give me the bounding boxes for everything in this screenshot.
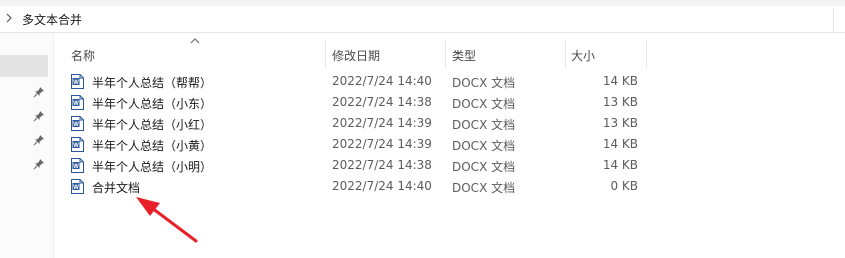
pin-icon[interactable]	[33, 134, 45, 146]
svg-text:W: W	[73, 80, 79, 86]
file-row[interactable]: W 半年个人总结（小黄） 2022/7/24 14:39 DOCX 文档 14 …	[62, 134, 647, 155]
svg-text:W: W	[73, 185, 79, 191]
file-type: DOCX 文档	[452, 97, 516, 111]
column-divider[interactable]	[646, 40, 647, 68]
column-header-name[interactable]: 名称	[62, 38, 325, 68]
navigation-pane	[0, 33, 54, 258]
file-date: 2022/7/24 14:40	[332, 74, 432, 88]
word-document-icon: W	[71, 137, 84, 152]
word-document-icon: W	[71, 116, 84, 131]
file-size: 13 KB	[602, 116, 638, 130]
file-row[interactable]: W 半年个人总结（小东） 2022/7/24 14:38 DOCX 文档 13 …	[62, 92, 647, 113]
column-header-type[interactable]: 类型	[446, 38, 565, 68]
pin-icon[interactable]	[33, 110, 45, 122]
svg-text:W: W	[73, 143, 79, 149]
address-bar-top-strip	[0, 0, 845, 6]
file-name: 半年个人总结（小黄）	[92, 139, 213, 153]
file-size: 13 KB	[602, 95, 638, 109]
file-row[interactable]: W 半年个人总结（帮帮） 2022/7/24 14:40 DOCX 文档 14 …	[62, 71, 647, 92]
address-bar-edge	[833, 8, 845, 32]
svg-text:W: W	[73, 164, 79, 170]
file-name: 半年个人总结（小红）	[92, 118, 213, 132]
file-type: DOCX 文档	[452, 160, 516, 174]
file-row[interactable]: W 半年个人总结（小红） 2022/7/24 14:39 DOCX 文档 13 …	[62, 113, 647, 134]
column-header-date[interactable]: 修改日期	[326, 38, 445, 68]
file-date: 2022/7/24 14:38	[332, 158, 432, 172]
pin-icon[interactable]	[33, 86, 45, 98]
file-type: DOCX 文档	[452, 181, 516, 195]
sort-ascending-icon	[190, 38, 200, 44]
word-document-icon: W	[71, 95, 84, 110]
column-header-size-label: 大小	[571, 49, 596, 63]
file-row[interactable]: W 合并文档 2022/7/24 14:40 DOCX 文档 0 KB	[62, 176, 647, 197]
word-document-icon: W	[71, 74, 84, 89]
column-header-date-label: 修改日期	[332, 49, 381, 63]
column-header-row: 名称 修改日期 类型 大小	[62, 38, 647, 68]
address-bar[interactable]: 多文本合并	[0, 0, 845, 33]
column-header-name-label: 名称	[71, 49, 96, 63]
file-type: DOCX 文档	[452, 139, 516, 153]
file-name: 半年个人总结（小东）	[92, 97, 213, 111]
file-type: DOCX 文档	[452, 118, 516, 132]
file-size: 14 KB	[602, 74, 638, 88]
column-header-type-label: 类型	[452, 49, 477, 63]
column-header-size[interactable]: 大小	[566, 38, 646, 68]
file-name: 半年个人总结（小明）	[92, 160, 213, 174]
chevron-right-icon[interactable]	[4, 13, 14, 23]
breadcrumb-folder[interactable]: 多文本合并	[22, 11, 82, 28]
file-size: 14 KB	[602, 158, 638, 172]
file-date: 2022/7/24 14:40	[332, 179, 432, 193]
pin-icon[interactable]	[33, 158, 45, 170]
word-document-icon: W	[71, 158, 84, 173]
file-name: 半年个人总结（帮帮）	[92, 76, 213, 90]
svg-text:W: W	[73, 101, 79, 107]
file-date: 2022/7/24 14:39	[332, 116, 432, 130]
file-size: 14 KB	[602, 137, 638, 151]
svg-text:W: W	[73, 122, 79, 128]
file-date: 2022/7/24 14:39	[332, 137, 432, 151]
file-row[interactable]: W 半年个人总结（小明） 2022/7/24 14:38 DOCX 文档 14 …	[62, 155, 647, 176]
file-type: DOCX 文档	[452, 76, 516, 90]
file-size: 0 KB	[610, 179, 638, 193]
word-document-icon: W	[71, 179, 84, 194]
file-date: 2022/7/24 14:38	[332, 95, 432, 109]
file-name: 合并文档	[92, 181, 141, 195]
nav-item-selected[interactable]	[0, 55, 48, 77]
